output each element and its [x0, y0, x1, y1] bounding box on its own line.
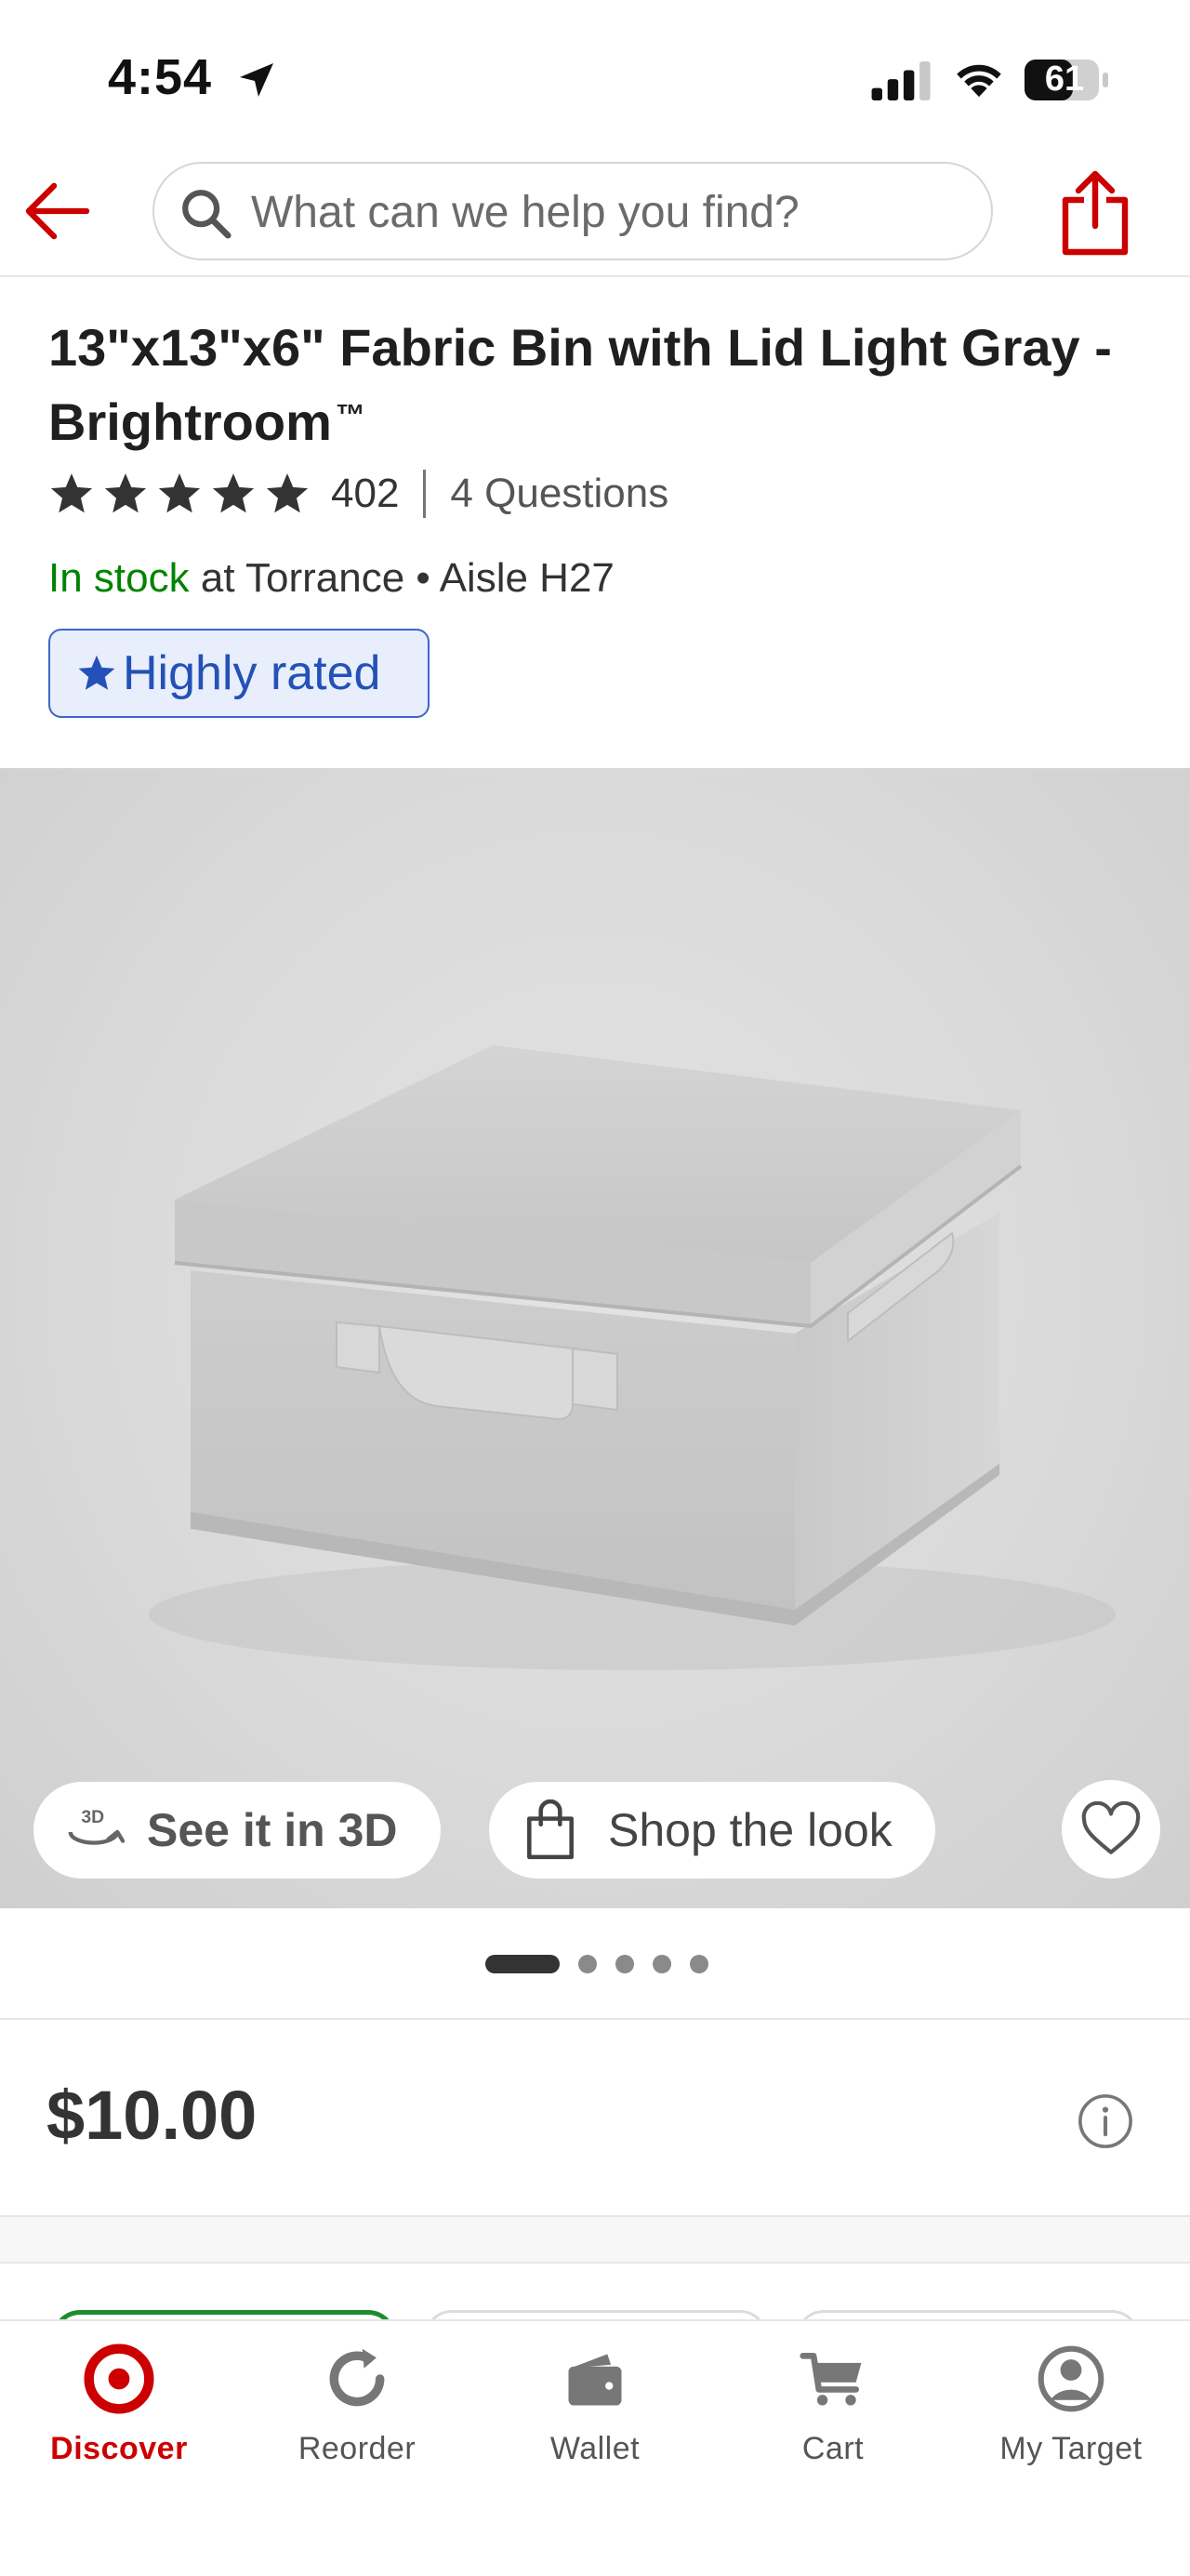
- carousel-dot[interactable]: [615, 1955, 634, 1973]
- 3d-view-icon: 3D: [68, 1807, 126, 1845]
- wifi-icon: [957, 64, 1001, 98]
- cart-icon: [800, 2352, 862, 2406]
- info-icon[interactable]: [1077, 2092, 1134, 2150]
- search-bar[interactable]: [152, 162, 993, 260]
- stock-status[interactable]: In stock at Torrance • Aisle H27: [48, 552, 615, 604]
- favorite-button[interactable]: [1062, 1780, 1160, 1879]
- nav-label: My Target: [999, 2431, 1143, 2466]
- nav-label: Cart: [801, 2431, 865, 2466]
- status-time: 4:54: [108, 49, 213, 105]
- fabric-bin-photo: [149, 1045, 1116, 1670]
- reorder-icon: [329, 2348, 385, 2407]
- nav-wallet[interactable]: Wallet: [493, 2344, 697, 2511]
- rating-stars: [48, 471, 311, 517]
- trademark-symbol: ™: [335, 398, 365, 432]
- star-icon: [104, 473, 147, 513]
- status-bar: 4:54 61: [0, 0, 1190, 149]
- nav-discover[interactable]: Discover: [17, 2344, 221, 2511]
- carousel-dot[interactable]: [690, 1955, 708, 1973]
- section-divider: [0, 2215, 1190, 2264]
- nav-reorder[interactable]: Reorder: [255, 2344, 459, 2511]
- price: $10.00: [46, 2077, 258, 2154]
- star-icon: [50, 473, 93, 513]
- nav-label: Wallet: [549, 2431, 641, 2466]
- nav-my-target[interactable]: My Target: [969, 2344, 1173, 2511]
- product-title: 13"x13"x6" Fabric Bin with Lid Light Gra…: [48, 318, 1112, 451]
- star-icon: [266, 473, 309, 513]
- divider: [0, 2018, 1190, 2020]
- see-in-3d-button[interactable]: 3D See it in 3D: [33, 1782, 441, 1879]
- location-arrow-icon: [240, 63, 273, 97]
- rating-divider: [423, 470, 427, 518]
- in-stock-label: In stock: [48, 555, 190, 601]
- back-arrow-icon[interactable]: [20, 179, 95, 244]
- wallet-icon: [568, 2354, 622, 2406]
- cellular-signal-icon: [871, 61, 931, 100]
- star-icon: [78, 655, 115, 690]
- battery-level: 61: [1044, 60, 1085, 99]
- svg-text:3D: 3D: [81, 1807, 104, 1827]
- search-icon: [182, 190, 231, 239]
- product-image[interactable]: [0, 768, 1190, 1908]
- shop-the-look-button[interactable]: Shop the look: [489, 1782, 935, 1879]
- share-icon[interactable]: [1058, 169, 1132, 257]
- nav-cart[interactable]: Cart: [731, 2344, 935, 2511]
- account-icon: [1038, 2345, 1104, 2412]
- target-logo-icon: [84, 2344, 154, 2414]
- highly-rated-badge: Highly rated: [48, 629, 430, 718]
- carousel-dot[interactable]: [653, 1955, 671, 1973]
- store-aisle-label: at Torrance • Aisle H27: [189, 555, 615, 601]
- rating-row[interactable]: 402 4 Questions: [48, 465, 668, 523]
- nav-label: Discover: [50, 2431, 188, 2466]
- nav-label: Reorder: [298, 2431, 416, 2466]
- star-icon: [212, 473, 255, 513]
- shopping-bag-icon: [527, 1799, 574, 1860]
- see-in-3d-label: See it in 3D: [147, 1804, 398, 1856]
- rating-count[interactable]: 402: [331, 471, 399, 517]
- image-carousel-dots[interactable]: [485, 1953, 708, 1975]
- badge-label: Highly rated: [123, 646, 381, 700]
- heart-icon: [1081, 1801, 1141, 1854]
- star-icon: [158, 473, 201, 513]
- carousel-dot[interactable]: [578, 1955, 597, 1973]
- search-input[interactable]: [251, 179, 976, 246]
- header: [0, 149, 1190, 277]
- questions-link[interactable]: 4 Questions: [450, 471, 668, 517]
- shop-the-look-label: Shop the look: [608, 1804, 892, 1856]
- carousel-dot[interactable]: [485, 1955, 560, 1973]
- bottom-navigation: Discover Reorder Wallet Cart My Target: [0, 2319, 1190, 2576]
